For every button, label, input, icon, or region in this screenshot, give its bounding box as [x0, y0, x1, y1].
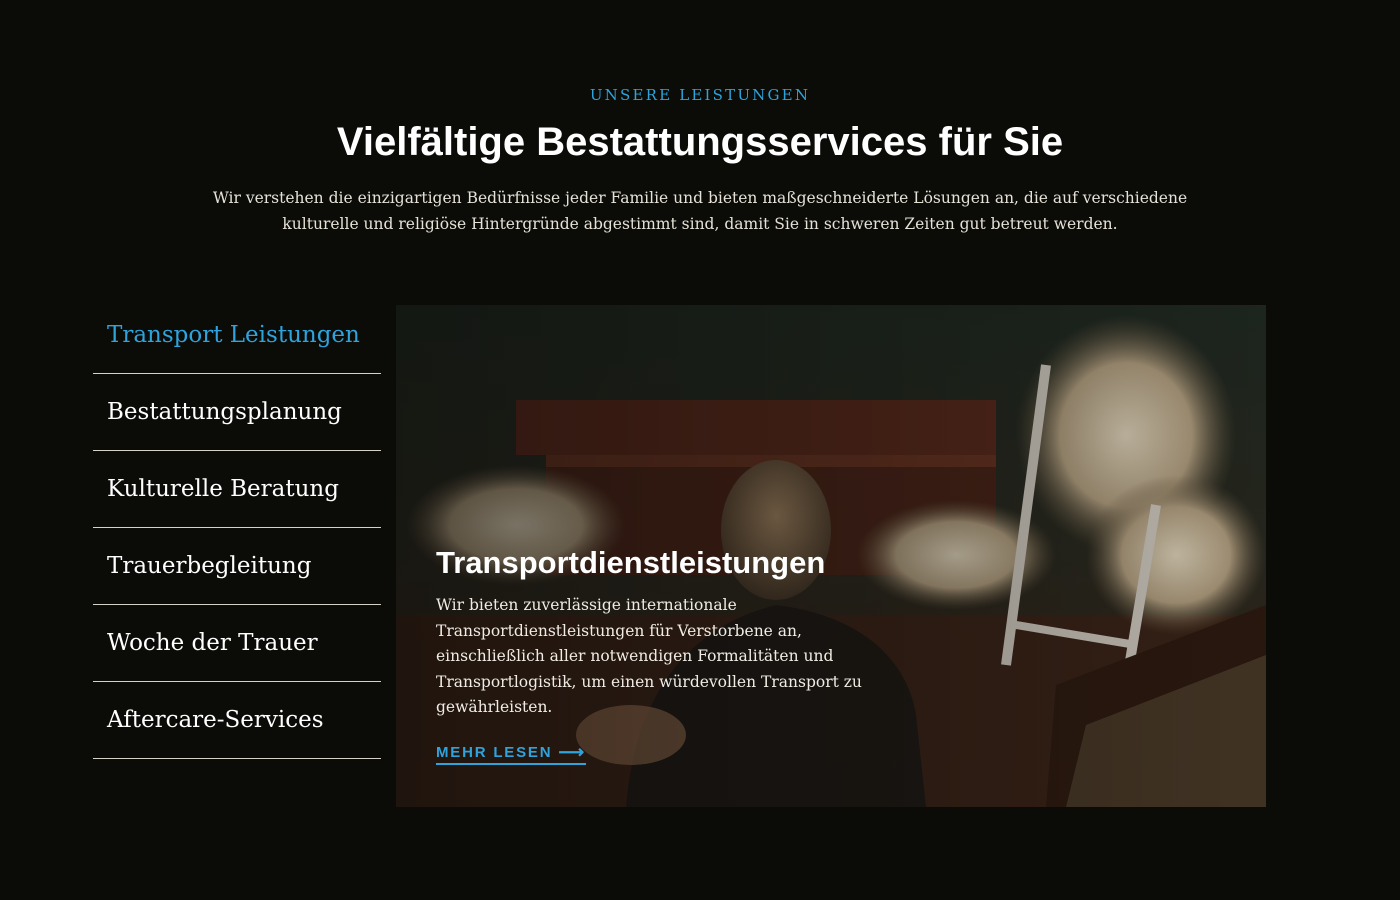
read-more-label: MEHR LESEN: [436, 743, 553, 761]
panel-title: Transportdienstleistungen: [436, 545, 826, 580]
services-section: UNSERE LEISTUNGEN Vielfältige Bestattung…: [0, 0, 1400, 900]
panel-description: Wir bieten zuverlässige internationale T…: [436, 596, 862, 717]
section-intro: Wir verstehen die einzigartigen Bedürfni…: [212, 189, 1188, 233]
section-eyebrow: UNSERE LEISTUNGEN: [589, 86, 811, 104]
section-headline: Vielfältige Bestattungsservices für Sie: [336, 120, 1064, 164]
tab-woche-der-trauer[interactable]: Woche der Trauer: [93, 605, 381, 682]
tab-kulturelle-beratung[interactable]: Kulturelle Beratung: [93, 451, 381, 528]
service-panel: Transportdienstleistungen Wir bieten zuv…: [396, 305, 1266, 807]
tab-bestattungsplanung[interactable]: Bestattungsplanung: [93, 374, 381, 451]
tab-trauerbegleitung[interactable]: Trauerbegleitung: [93, 528, 381, 605]
tab-transport-leistungen[interactable]: Transport Leistungen: [93, 297, 381, 374]
read-more-link[interactable]: MEHR LESEN ⟶: [436, 743, 586, 765]
service-tabs: Transport Leistungen Bestattungsplanung …: [93, 297, 381, 759]
tab-aftercare-services[interactable]: Aftercare-Services: [93, 682, 381, 759]
arrow-right-icon: ⟶: [558, 742, 586, 762]
